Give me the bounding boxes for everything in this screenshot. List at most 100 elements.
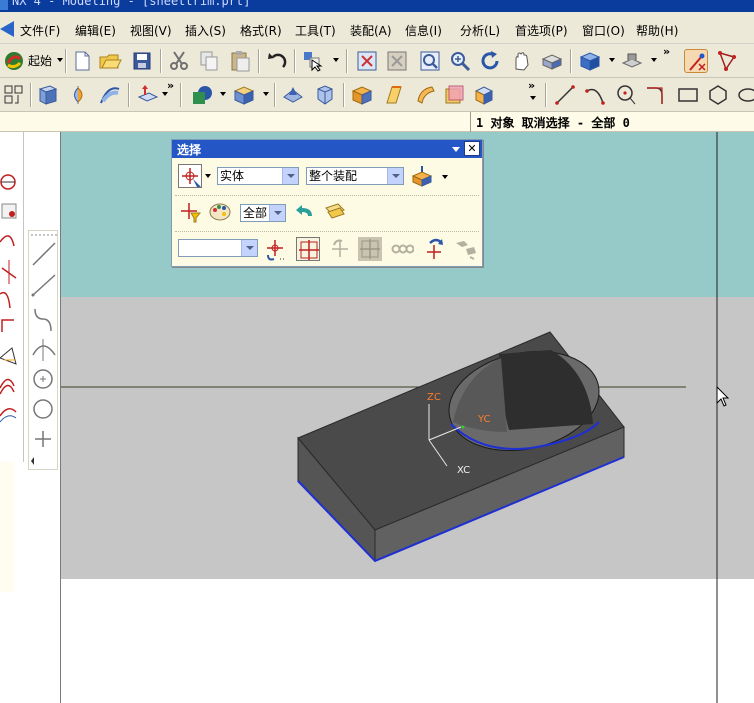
layer-filter-select[interactable]: 全部 [240,204,286,222]
dialog-titlebar[interactable]: 选择 ✕ [172,140,482,158]
ellipse-icon[interactable] [736,83,754,107]
toolbar-overflow-icon[interactable]: » [167,79,174,92]
trim-body-icon[interactable] [472,83,496,107]
offset-face-icon[interactable] [414,83,438,107]
datum-plane-icon[interactable] [135,83,159,107]
selection-arrow-icon[interactable] [301,49,325,73]
chain-select-icon[interactable] [390,237,414,261]
query-selection-icon[interactable] [264,237,288,261]
view-orient-dropdown-icon[interactable] [651,58,657,62]
boolean-dropdown-icon[interactable] [220,92,226,96]
assembly-select-dropdown-icon[interactable] [442,175,448,179]
line-points-tool-icon [31,274,56,297]
scope-select[interactable]: 整个装配 [306,167,404,185]
chevron-down-icon[interactable] [387,168,403,184]
chamfer-icon[interactable] [313,83,337,107]
zoom-window-icon[interactable] [385,49,409,73]
assembly-navigator-icon[interactable] [2,83,26,107]
zoom-area-icon[interactable] [418,49,442,73]
left-bar-lower [0,462,14,592]
blend-dropdown-icon[interactable] [263,92,269,96]
corner-icon [1,319,14,332]
menu-assemblies[interactable]: 装配(A) [350,22,392,39]
type-filter-select[interactable]: 实体 [217,167,299,185]
toolbar-overflow-icon[interactable]: » [663,45,670,58]
line-icon[interactable] [553,83,577,107]
fit-view-icon[interactable] [355,49,379,73]
copy-icon[interactable] [197,49,221,73]
edge-blend-icon[interactable] [232,83,256,107]
line-tool-icon [32,242,56,266]
view-orient-icon[interactable] [620,49,644,73]
face-blend-icon[interactable] [281,83,305,107]
selection-dialog[interactable]: 选择 ✕ 实体 整个装配 全部 [171,139,483,267]
cut-icon[interactable] [167,49,191,73]
multi-select-tool-icon[interactable] [452,237,476,261]
fillet-curve-icon[interactable] [644,83,668,107]
sketch-constraints-icon[interactable] [716,49,740,73]
save-icon[interactable] [130,49,154,73]
start-dropdown-icon[interactable] [57,58,63,62]
scope-value: 整个装配 [309,169,358,183]
rectangle-select-icon[interactable] [358,237,382,261]
polygon-icon[interactable] [706,83,730,107]
render-style-icon[interactable] [540,49,564,73]
extrude-icon[interactable] [36,83,60,107]
menu-tools[interactable]: 工具(T) [295,22,336,39]
revolve-icon[interactable] [66,83,90,107]
toolbar-overflow-icon[interactable]: » [528,79,535,92]
undo-icon[interactable] [265,49,289,73]
sweep-icon[interactable] [98,83,122,107]
circle-icon[interactable] [614,83,638,107]
app-menu-icon[interactable] [0,21,14,37]
zoom-in-out-icon[interactable] [448,49,472,73]
rectangle-icon[interactable] [676,83,700,107]
menu-edit[interactable]: 编辑(E) [75,22,116,39]
selection-filter-icon[interactable] [178,200,202,224]
toolbar-more-dropdown-icon[interactable] [530,96,536,100]
menu-format[interactable]: 格式(R) [240,22,282,39]
menu-preferences[interactable]: 首选项(P) [515,22,568,39]
single-select-icon[interactable] [296,237,320,261]
boolean-unite-icon[interactable] [190,83,214,107]
spline-icon [0,235,15,247]
datum-dropdown-icon[interactable] [162,92,168,96]
menu-window[interactable]: 窗口(O) [582,22,625,39]
select-all-icon[interactable] [322,200,346,224]
menu-information[interactable]: 信息(I) [405,22,442,39]
arc-icon[interactable] [583,83,607,107]
menu-insert[interactable]: 插入(S) [185,22,226,39]
status-divider [470,112,471,132]
palette-icon[interactable] [208,200,232,224]
shaded-view-icon[interactable] [578,49,602,73]
snap-point-icon[interactable] [684,49,708,73]
thicken-icon[interactable] [442,83,466,107]
start-label[interactable]: 起始 [28,52,52,69]
shaded-view-dropdown-icon[interactable] [609,58,615,62]
rotate-icon[interactable] [478,49,502,73]
menu-analysis[interactable]: 分析(L) [460,22,500,39]
open-folder-icon[interactable] [98,49,122,73]
deselect-icon[interactable] [328,237,352,261]
selection-dropdown-icon[interactable] [333,58,339,62]
chevron-down-icon[interactable] [282,168,298,184]
new-file-icon[interactable] [70,49,94,73]
paste-icon[interactable] [228,49,252,73]
type-filter-dropdown-icon[interactable] [205,174,211,178]
menu-view[interactable]: 视图(V) [130,22,172,39]
assembly-select-icon[interactable] [410,164,434,188]
menu-file[interactable]: 文件(F) [20,22,60,39]
chevron-down-icon[interactable] [269,205,285,221]
shell-icon[interactable] [350,83,374,107]
menu-help[interactable]: 帮助(H) [636,22,678,39]
chevron-down-icon[interactable] [241,240,257,256]
reset-filter-icon[interactable] [292,202,316,226]
type-filter-icon[interactable] [178,164,202,188]
dialog-menu-icon[interactable] [452,147,460,152]
start-icon[interactable] [2,49,26,73]
redo-select-icon[interactable] [422,237,446,261]
dialog-close-button[interactable]: ✕ [464,141,480,156]
pan-icon[interactable] [510,49,534,73]
extra-filter-select[interactable] [178,239,258,257]
draft-icon[interactable] [382,83,406,107]
